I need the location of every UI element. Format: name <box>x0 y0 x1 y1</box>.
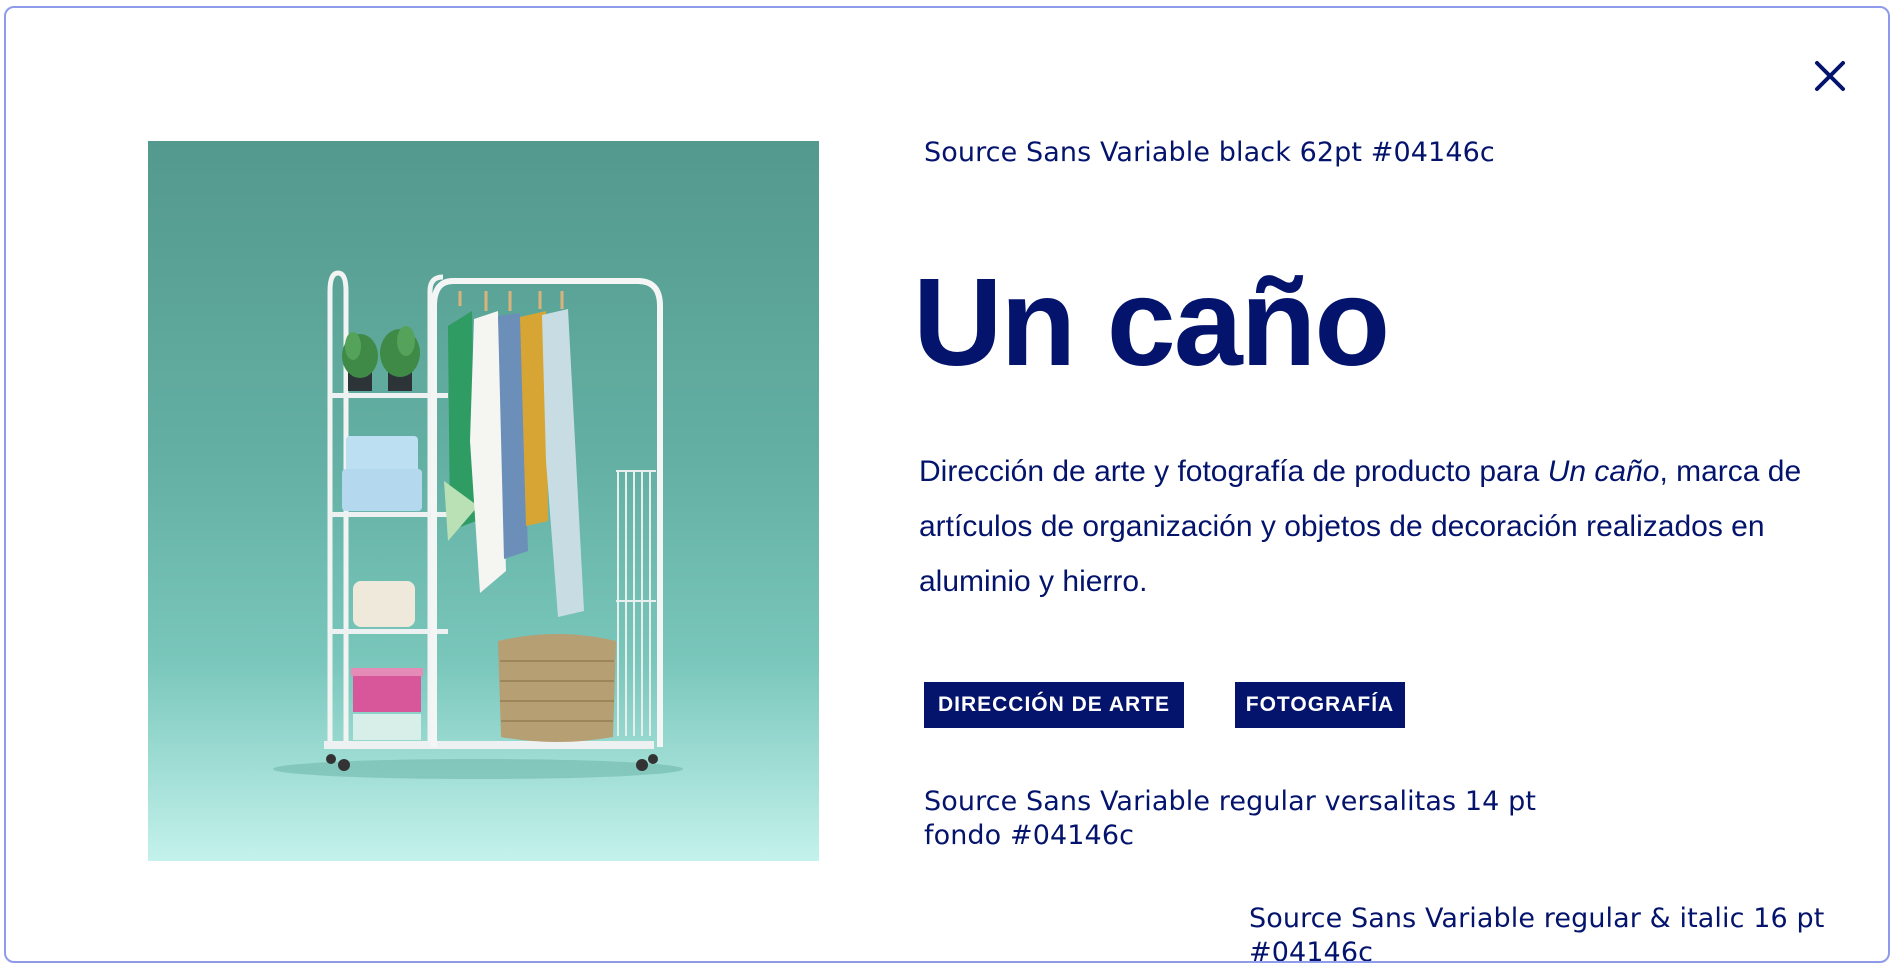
body-annotation-line-2: #04146c <box>1249 937 1374 963</box>
tag-direccion-de-arte[interactable]: DIRECCIÓN DE ARTE <box>924 682 1184 728</box>
close-icon <box>1815 61 1845 91</box>
description-italic: Un caño <box>1547 455 1660 488</box>
project-description: Dirección de arte y fotografía de produc… <box>919 444 1819 609</box>
page-title: Un caño <box>913 254 1390 392</box>
tags-font-annotation: Source Sans Variable regular versalitas … <box>924 785 1536 853</box>
tags-annotation-line-1: Source Sans Variable regular versalitas … <box>924 786 1537 817</box>
title-font-annotation: Source Sans Variable black 62pt #04146c <box>924 137 1495 168</box>
clothing-rack-illustration <box>273 270 683 779</box>
project-modal: Source Sans Variable black 62pt #04146c … <box>4 6 1890 963</box>
description-text: Dirección de arte y fotografía de produc… <box>919 455 1548 488</box>
body-annotation-line-1: Source Sans Variable regular & italic 16… <box>1249 903 1825 934</box>
product-photo <box>148 141 819 861</box>
tags-annotation-line-2: fondo #04146c <box>924 820 1135 851</box>
close-button[interactable] <box>1810 56 1850 96</box>
tag-fotografia[interactable]: FOTOGRAFÍA <box>1235 682 1405 728</box>
body-font-annotation: Source Sans Variable regular & italic 16… <box>1249 902 1825 963</box>
